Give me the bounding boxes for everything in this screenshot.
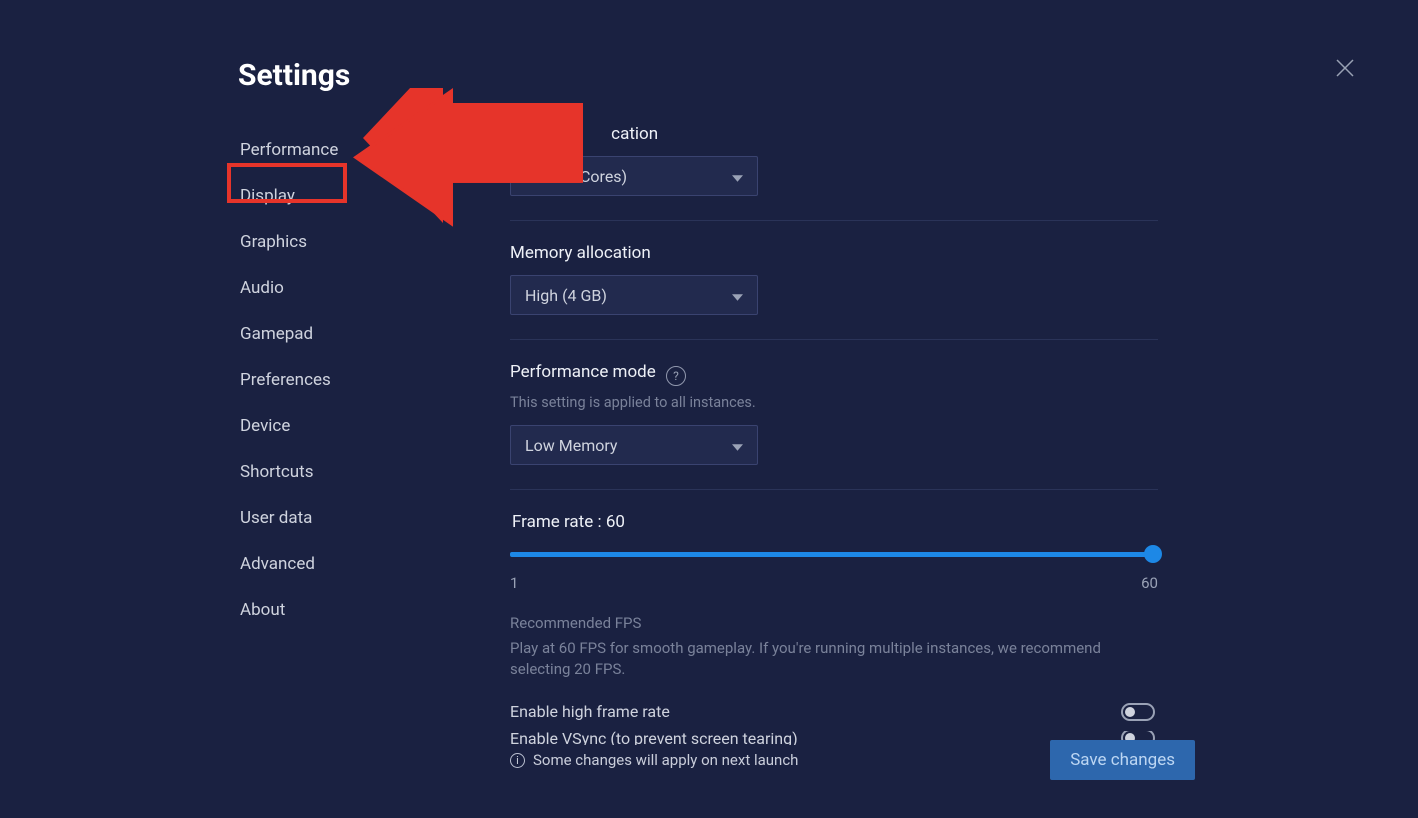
section-frame-rate: Frame rate : 60 1 60 Recommended FPS Pla… [510,512,1158,745]
sidebar-item-graphics[interactable]: Graphics [236,225,311,259]
section-memory-allocation: Memory allocation High (4 GB) [510,243,1158,340]
notice-text: Some changes will apply on next launch [533,751,798,769]
frame-rate-min: 1 [510,574,518,592]
apply-on-launch-notice: i Some changes will apply on next launch [510,751,798,769]
recommended-fps-title: Recommended FPS [510,614,1158,632]
page-title: Settings [238,58,350,93]
settings-content: CPU allocationcation Cores) Memory alloc… [510,124,1158,767]
slider-track [510,552,1158,557]
close-button[interactable] [1335,58,1355,78]
high-frame-rate-label: Enable high frame rate [510,702,670,721]
toggle-row-high-frame-rate: Enable high frame rate [510,702,1155,721]
chevron-down-icon [732,167,743,186]
help-icon[interactable]: ? [666,366,686,386]
section-cpu-allocation: CPU allocationcation Cores) [510,124,1158,221]
footer-bar: i Some changes will apply on next launch… [510,740,1195,780]
frame-rate-max: 60 [1141,574,1158,592]
sidebar-item-gamepad[interactable]: Gamepad [236,317,317,351]
recommended-fps-body: Play at 60 FPS for smooth gameplay. If y… [510,638,1130,680]
performance-mode-select[interactable]: Low Memory [510,425,758,465]
sidebar-item-performance[interactable]: Performance [236,133,342,167]
info-icon: i [510,753,525,768]
sidebar-item-audio[interactable]: Audio [236,271,288,305]
performance-mode-value: Low Memory [525,436,617,455]
frame-rate-label: Frame rate : 60 [512,512,1158,532]
performance-mode-sub: This setting is applied to all instances… [510,394,1158,411]
frame-rate-scale: 1 60 [510,574,1158,592]
slider-thumb[interactable] [1144,545,1162,563]
sidebar-item-about[interactable]: About [236,593,289,627]
high-frame-rate-toggle[interactable] [1121,703,1155,721]
section-performance-mode: Performance mode ? This setting is appli… [510,362,1158,490]
sidebar-item-advanced[interactable]: Advanced [236,547,319,581]
cpu-allocation-select[interactable]: Cores) [510,156,758,196]
cpu-allocation-value: Cores) [525,167,627,186]
sidebar-item-device[interactable]: Device [236,409,294,443]
sidebar-item-user-data[interactable]: User data [236,501,316,535]
performance-mode-label: Performance mode ? [510,362,1158,386]
memory-allocation-value: High (4 GB) [525,286,607,305]
cpu-allocation-label: CPU allocationcation [510,124,1158,144]
chevron-down-icon [732,286,743,305]
memory-allocation-select[interactable]: High (4 GB) [510,275,758,315]
frame-rate-slider[interactable] [510,546,1158,564]
sidebar-item-display[interactable]: Display [236,179,299,213]
sidebar-item-preferences[interactable]: Preferences [236,363,335,397]
sidebar-item-shortcuts[interactable]: Shortcuts [236,455,318,489]
memory-allocation-label: Memory allocation [510,243,1158,263]
chevron-down-icon [732,436,743,455]
settings-sidebar: Performance Display Graphics Audio Gamep… [236,133,436,639]
save-changes-button[interactable]: Save changes [1050,740,1195,780]
